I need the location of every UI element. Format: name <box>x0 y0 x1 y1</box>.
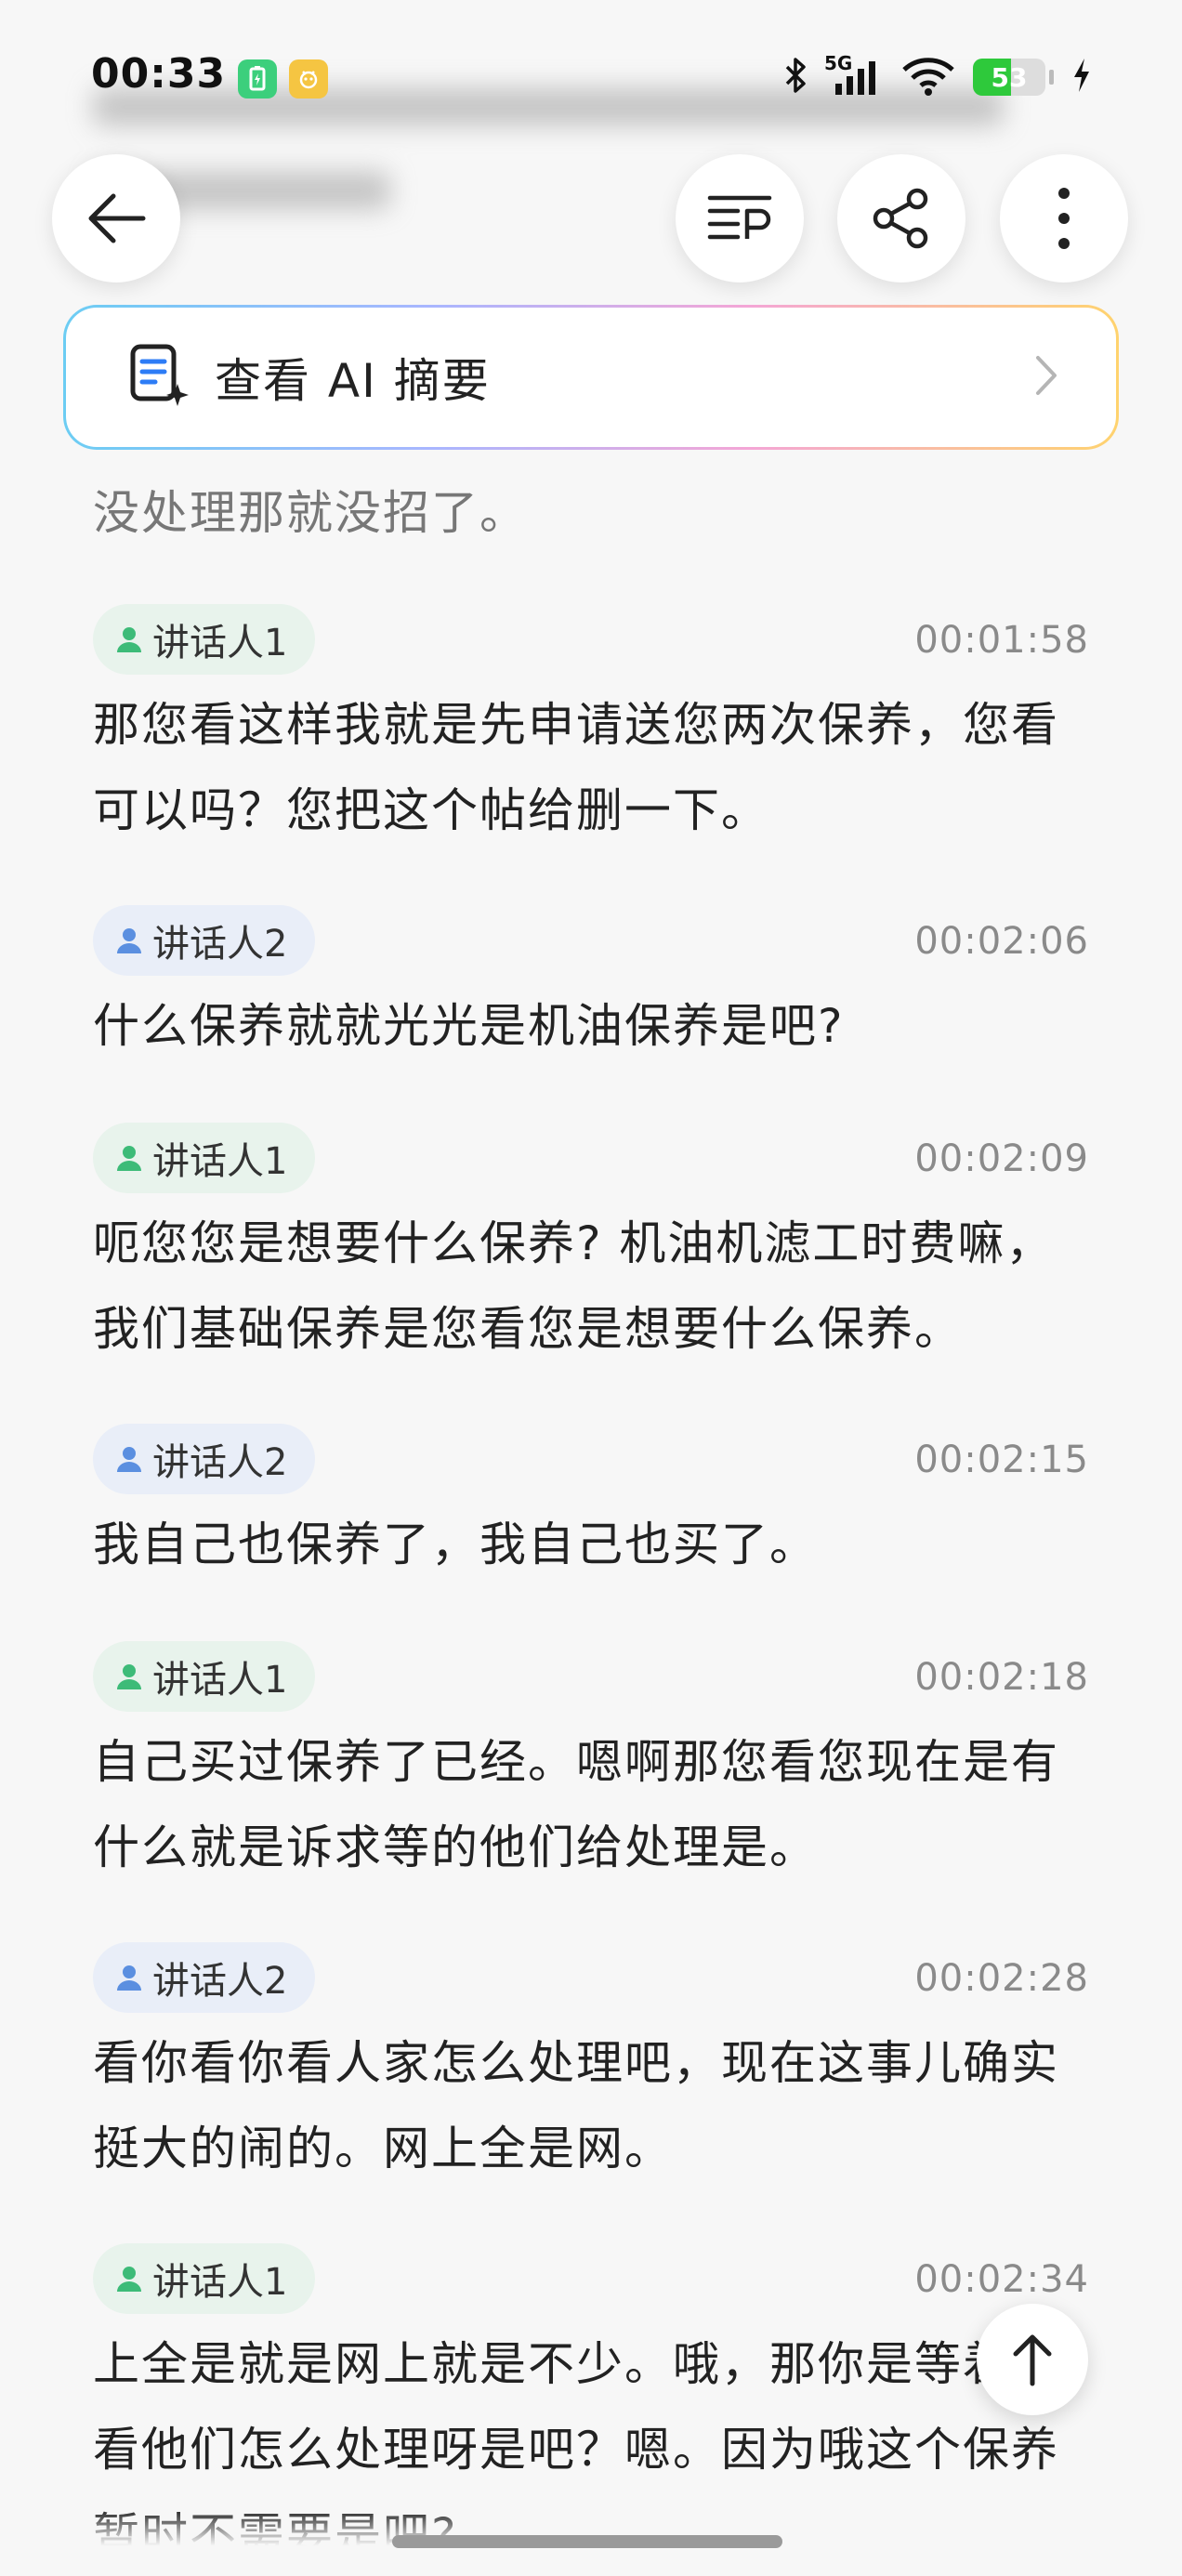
ai-summary-label: 查看 AI 摘要 <box>215 354 491 408</box>
status-bar: 00:33 5G 53 <box>0 0 1182 153</box>
person-icon <box>117 1447 141 1472</box>
transcript-text: 什么保养就就光光是机油保养是吧? <box>93 999 845 1053</box>
speaker-chip[interactable]: 讲话人2 <box>93 905 316 976</box>
outline-button[interactable] <box>676 154 804 283</box>
transcript-entry: 讲话人1 00:01:58 那您看这样我就是先申请送您两次保养，您看可以吗？您把… <box>93 604 1093 853</box>
share-icon <box>873 188 928 249</box>
charging-icon <box>1070 57 1093 98</box>
speaker-chip[interactable]: 讲话人1 <box>93 2243 316 2314</box>
speaker-name: 讲话人1 <box>152 1140 288 1183</box>
speaker-row: 讲话人2 00:02:28 <box>93 1942 1093 2013</box>
transcript-text: 呃您您是想要什么保养? 机油机滤工时费嘛，我们基础保养是您看您是想要什么保养。 <box>93 1216 1055 1356</box>
back-arrow-icon <box>88 193 146 243</box>
timestamp: 00:02:34 <box>914 2258 1089 2301</box>
wifi-icon <box>900 55 956 99</box>
home-indicator[interactable] <box>392 2535 782 2548</box>
cellular-signal-icon: 5G <box>824 52 884 99</box>
transcript-entry: 讲话人2 00:02:15 我自己也保养了，我自己也买了。 <box>93 1424 1093 1587</box>
speaker-chip[interactable]: 讲话人2 <box>93 1942 316 2013</box>
chevron-right-icon <box>1034 354 1058 401</box>
bluetooth-icon <box>783 56 808 99</box>
speaker-name: 讲话人1 <box>152 622 288 664</box>
transcript-entry: 讲话人1 00:02:18 自己买过保养了已经。嗯啊那您看您现在是有什么就是诉求… <box>93 1641 1093 1890</box>
speaker-row: 讲话人1 00:02:18 <box>93 1641 1093 1712</box>
share-button[interactable] <box>837 154 965 283</box>
status-right: 5G 53 <box>783 52 1093 100</box>
transcript-entry: 讲话人1 00:02:09 呃您您是想要什么保养? 机油机滤工时费嘛，我们基础保… <box>93 1123 1093 1372</box>
speaker-name: 讲话人2 <box>152 1441 288 1484</box>
ai-summary-bar[interactable]: 查看 AI 摘要 <box>63 305 1119 450</box>
speaker-row: 讲话人1 00:02:09 <box>93 1123 1093 1193</box>
battery-level: 53 <box>991 61 1028 93</box>
arrow-up-icon <box>1013 2334 1052 2386</box>
status-time: 00:33 <box>91 50 227 98</box>
speaker-name: 讲话人1 <box>152 2261 288 2304</box>
partial-transcript-text: 没处理那就没招了。 <box>93 486 528 540</box>
screen: 00:33 5G 53 查看 AI 摘要 没处理那就没招了。 讲话人1 00:0… <box>0 0 1182 2576</box>
person-icon <box>117 1146 141 1171</box>
timestamp: 00:02:06 <box>914 920 1089 963</box>
person-icon <box>117 928 141 953</box>
transcript-text: 我自己也保养了，我自己也买了。 <box>93 1518 818 1571</box>
outline-icon <box>707 195 772 240</box>
speaker-name: 讲话人1 <box>152 1659 288 1702</box>
more-options-button[interactable] <box>1000 154 1128 283</box>
timestamp: 00:02:09 <box>914 1137 1089 1180</box>
transcript-text: 自己买过保养了已经。嗯啊那您看您现在是有什么就是诉求等的他们给处理是。 <box>93 1735 1059 1874</box>
battery-icon: 53 <box>973 59 1045 96</box>
person-icon <box>117 1664 141 1689</box>
speaker-chip[interactable]: 讲话人1 <box>93 604 316 675</box>
speaker-name: 讲话人2 <box>152 1960 288 2003</box>
speaker-name: 讲话人2 <box>152 923 288 966</box>
timestamp: 00:02:18 <box>914 1656 1089 1699</box>
speaker-chip[interactable]: 讲话人1 <box>93 1641 316 1712</box>
battery-tip <box>1049 70 1054 85</box>
person-icon <box>117 627 141 652</box>
speaker-chip[interactable]: 讲话人1 <box>93 1123 316 1193</box>
speaker-row: 讲话人1 00:02:34 <box>93 2243 1093 2314</box>
person-icon <box>117 1965 141 1991</box>
timestamp: 00:01:58 <box>914 619 1089 662</box>
back-button[interactable] <box>52 154 180 283</box>
speaker-chip[interactable]: 讲话人2 <box>93 1424 316 1494</box>
scroll-to-top-button[interactable] <box>977 2304 1088 2415</box>
speaker-row: 讲话人1 00:01:58 <box>93 604 1093 675</box>
timestamp: 00:02:15 <box>914 1439 1089 1481</box>
transcript-text: 那您看这样我就是先申请送您两次保养，您看可以吗？您把这个帖给删一下。 <box>93 698 1059 837</box>
notification-app-icon <box>289 59 328 99</box>
more-vertical-icon <box>1058 188 1070 249</box>
transcript-entry: 讲话人2 00:02:28 看你看你看人家怎么处理吧，现在这事儿确实挺大的闹的。… <box>93 1942 1093 2191</box>
transcript-entry: 讲话人2 00:02:06 什么保养就就光光是机油保养是吧? <box>93 905 1093 1069</box>
ai-summary-inner: 查看 AI 摘要 <box>66 308 1116 447</box>
battery-saver-icon <box>238 59 277 99</box>
speaker-row: 讲话人2 00:02:06 <box>93 905 1093 976</box>
timestamp: 00:02:28 <box>914 1957 1089 2000</box>
transcript-text: 看你看你看人家怎么处理吧，现在这事儿确实挺大的闹的。网上全是网。 <box>93 2036 1059 2175</box>
ai-document-icon <box>129 343 190 412</box>
speaker-row: 讲话人2 00:02:15 <box>93 1424 1093 1494</box>
person-icon <box>117 2267 141 2292</box>
